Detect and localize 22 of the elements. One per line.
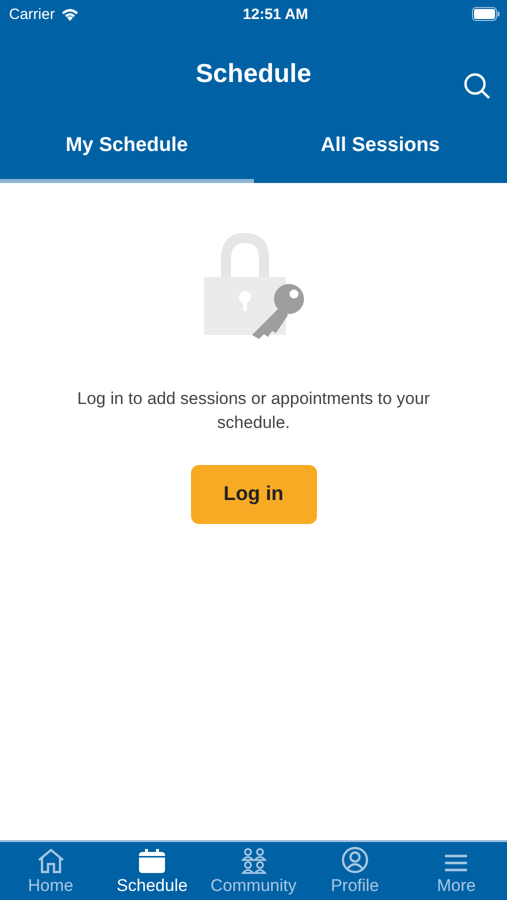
tab-bar-item[interactable]: Schedule [101,842,203,900]
tab-bar-item[interactable]: Profile [304,842,406,900]
menu-icon [443,852,470,874]
people-icon [240,848,268,874]
tab-bar-item[interactable]: More [406,842,507,900]
empty-state-message: Log in to add sessions or appointments to your schedule. [76,388,431,434]
lock-and-key-icon [202,231,306,339]
status-time: 12:51 AM [242,6,308,22]
tab[interactable]: My Schedule [0,118,254,183]
carrier-label: Carrier [9,6,55,22]
battery-icon [472,7,500,21]
tab-bar-item[interactable]: Home [0,842,102,900]
tab-bar-item[interactable]: Community [202,842,304,900]
tab[interactable]: All Sessions [254,118,507,183]
search-button[interactable] [463,72,491,100]
wifi-icon [60,7,79,21]
login-button[interactable]: Log in [190,465,316,524]
calendar-icon [138,848,166,874]
screen-title: Schedule [196,58,312,88]
profile-icon [340,846,369,874]
home-icon [36,848,66,874]
search-icon [463,72,491,100]
